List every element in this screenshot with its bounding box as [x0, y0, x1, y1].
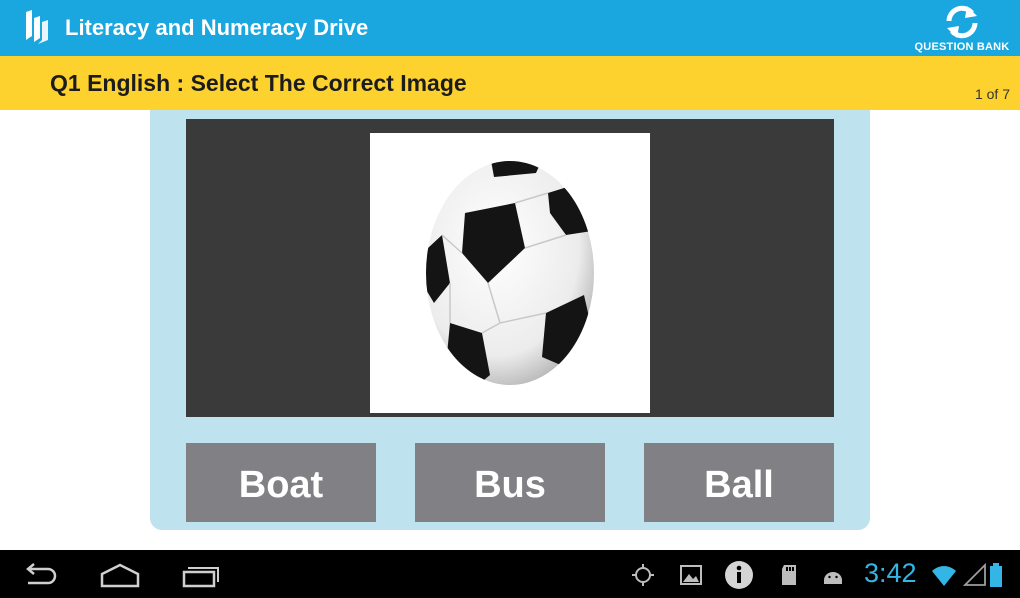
sd-card-icon: [782, 565, 796, 585]
question-image: [370, 133, 650, 413]
app-title: Literacy and Numeracy Drive: [65, 15, 369, 40]
back-icon[interactable]: [18, 560, 62, 590]
soccer-ball-image: [426, 161, 594, 385]
app-logo-icon: [26, 10, 48, 44]
refresh-icon: [946, 5, 978, 39]
question-card: Boat Bus Ball: [150, 110, 870, 530]
question-title: Q1 English : Select The Correct Image: [50, 70, 467, 96]
answer-button-ball[interactable]: Ball: [644, 443, 834, 522]
gps-icon: [632, 564, 654, 586]
info-icon: [725, 561, 753, 589]
answer-button-boat[interactable]: Boat: [186, 443, 376, 522]
question-bank-button[interactable]: QUESTION BANK: [910, 4, 1014, 54]
android-debug-icon: [824, 572, 842, 584]
wifi-icon: [932, 566, 956, 586]
signal-icon: [962, 562, 986, 586]
app-bar: Literacy and Numeracy Drive QUESTION BAN…: [0, 0, 1020, 56]
image-panel: [186, 119, 834, 417]
answer-button-bus[interactable]: Bus: [415, 443, 605, 522]
recent-apps-icon[interactable]: [178, 560, 222, 590]
question-bank-label: QUESTION BANK: [914, 41, 1010, 53]
battery-icon: [990, 563, 1002, 587]
answer-options: Boat Bus Ball: [186, 443, 834, 522]
status-clock: 3:42: [864, 558, 917, 588]
question-header: Q1 English : Select The Correct Image 1 …: [0, 56, 1020, 110]
home-icon[interactable]: [98, 560, 142, 590]
gallery-icon: [680, 565, 702, 585]
question-counter: 1 of 7: [974, 86, 1010, 102]
system-nav-bar: 3:42: [0, 550, 1020, 598]
